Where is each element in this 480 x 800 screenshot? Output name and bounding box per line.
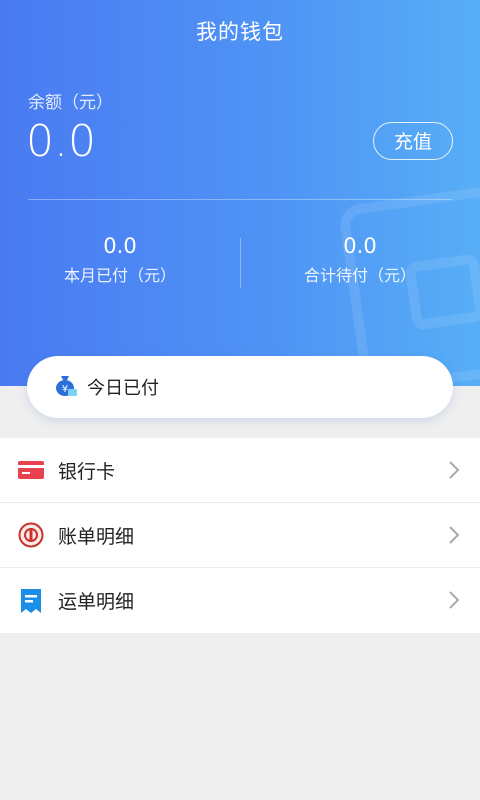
- money-bag-icon: ¥: [53, 373, 77, 401]
- total-pending-label: 合计待付（元）: [303, 266, 416, 285]
- menu-item-bill-detail[interactable]: 账单明细: [0, 503, 480, 568]
- total-pending-value: 0.0: [343, 234, 377, 258]
- bill-detail-icon: [18, 522, 44, 548]
- menu-item-label: 运单明细: [58, 591, 135, 613]
- balance-value: 0.0: [26, 116, 96, 167]
- wallet-header: 我的钱包 余额（元） 0.0 充值 0.0 本月已付（元） 0.0 合计待付（元…: [0, 0, 480, 386]
- menu-item-bank-card[interactable]: 银行卡: [0, 438, 480, 503]
- balance-label: 余额（元）: [28, 93, 113, 113]
- monthly-paid-label: 本月已付（元）: [63, 266, 176, 285]
- waybill-icon: [18, 588, 44, 614]
- chevron-right-icon: [444, 460, 464, 480]
- recharge-button[interactable]: 充值: [373, 122, 453, 160]
- today-paid-card[interactable]: ¥ 今日已付: [27, 356, 453, 418]
- header-divider: [28, 199, 452, 200]
- chevron-right-icon: [444, 590, 464, 610]
- bank-card-icon: [18, 457, 44, 483]
- page-title: 我的钱包: [196, 20, 284, 44]
- menu-item-label: 银行卡: [58, 460, 116, 483]
- chevron-right-icon: [444, 525, 464, 545]
- monthly-paid-stat: 0.0 本月已付（元）: [0, 234, 240, 286]
- menu-item-label: 账单明细: [58, 525, 135, 548]
- total-pending-stat: 0.0 合计待付（元）: [240, 234, 480, 286]
- menu-item-waybill-detail[interactable]: 运单明细: [0, 568, 480, 633]
- wallet-menu: 银行卡 账单明细 运单明细: [0, 438, 480, 633]
- monthly-paid-value: 0.0: [103, 234, 137, 258]
- svg-text:¥: ¥: [62, 384, 68, 395]
- today-paid-label: 今日已付: [87, 378, 159, 399]
